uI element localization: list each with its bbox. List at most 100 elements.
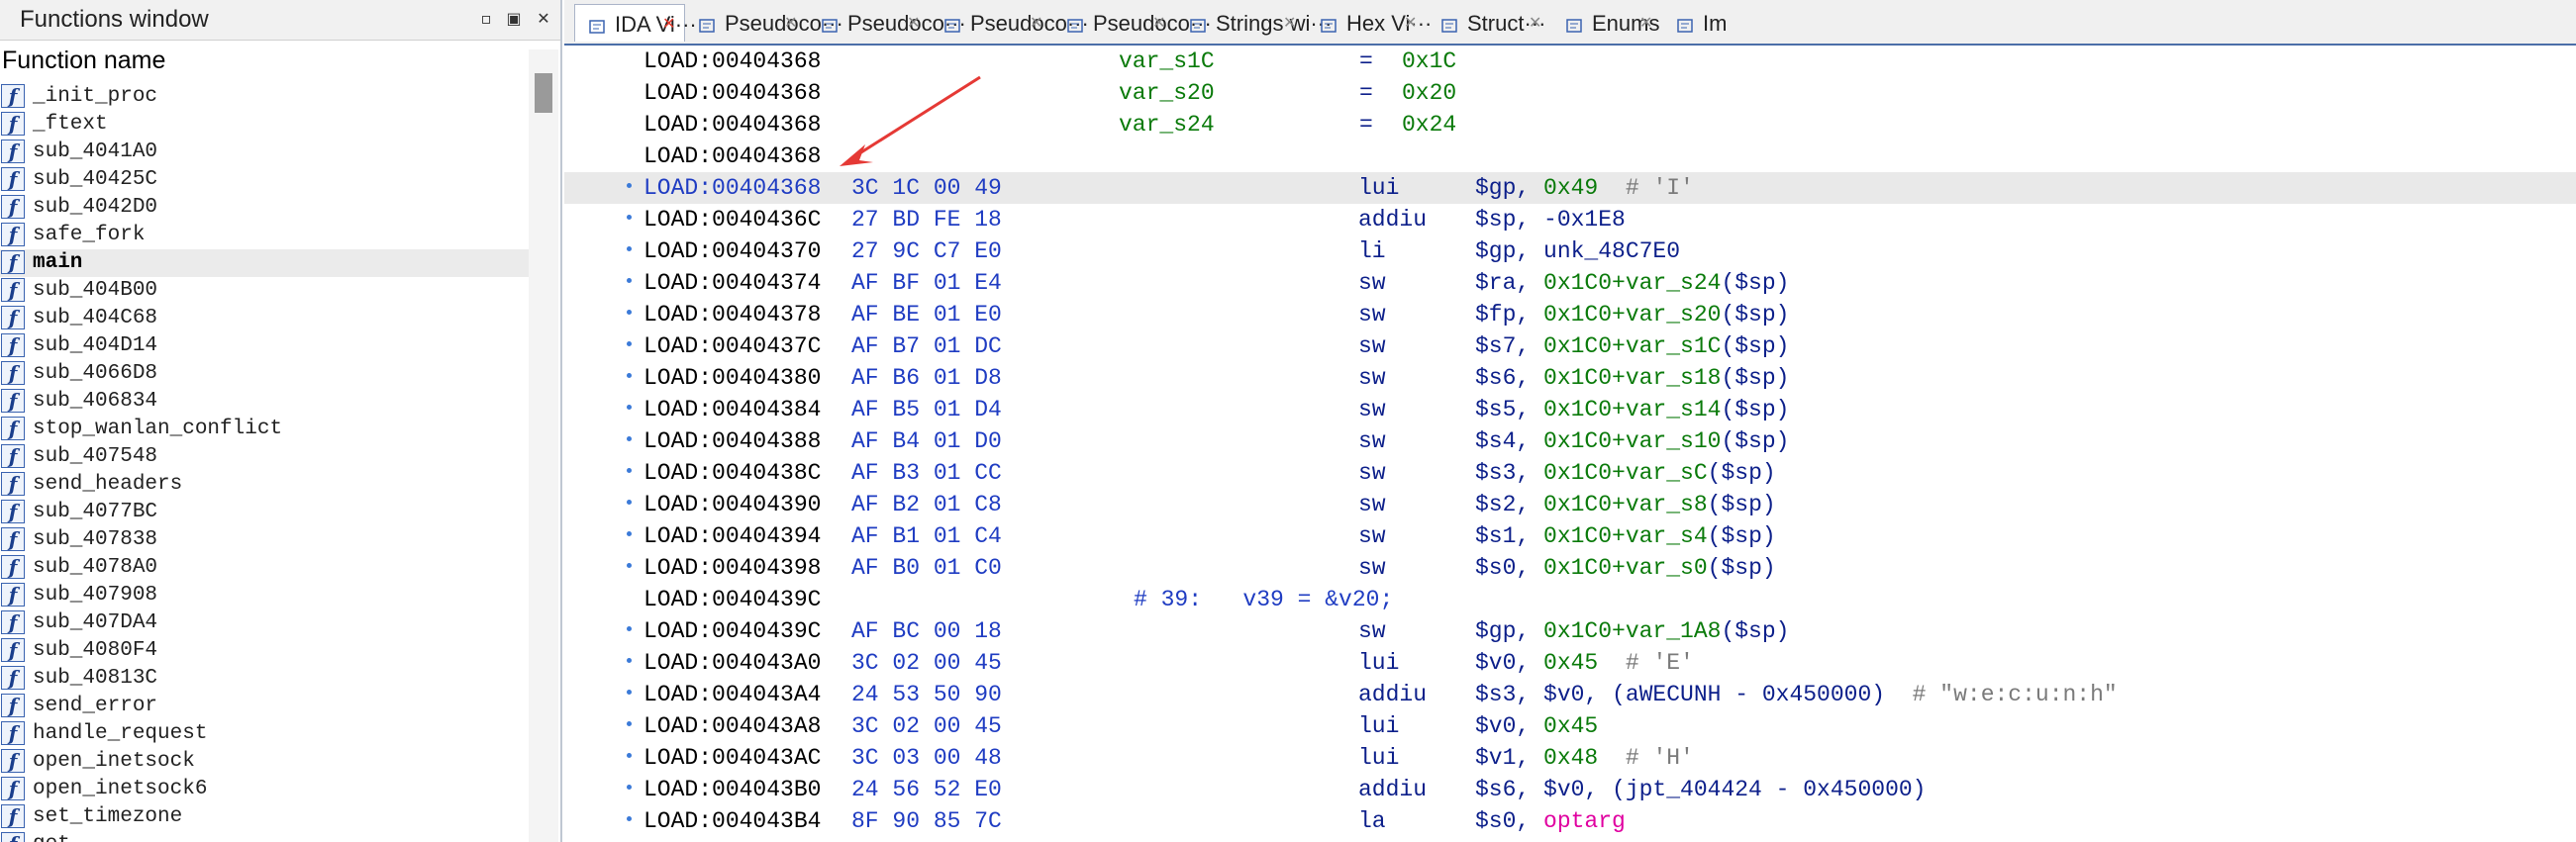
function-name: sub_407DA4 [33,611,158,634]
function-row[interactable]: f sub_407DA4 [0,609,529,637]
tab-pseudocode[interactable]: Pseudoco··· ✕ [1053,4,1212,42]
tab-label: Im [1703,11,1728,36]
function-name: safe_fork [33,224,146,246]
function-row[interactable]: f main [0,249,529,277]
function-row[interactable]: f sub_4077BC [0,499,529,526]
function-icon: f [1,306,25,329]
function-name: sub_4078A0 [33,556,158,579]
tab-pseudocode[interactable]: Pseudoco··· ✕ [931,4,1089,42]
function-row[interactable]: f sub_404C68 [0,305,529,332]
tab-close-icon[interactable]: ✕ [1152,13,1165,32]
functions-window: Functions window ▫ ▣ ✕ Function name f _i… [0,0,562,842]
tab-close-icon[interactable]: ✕ [1404,13,1417,32]
function-name: send_headers [33,473,183,496]
column-header-function-name[interactable]: Function name [0,44,537,77]
ida-view-icon [589,15,605,34]
function-row[interactable]: f sub_40813C [0,665,529,693]
function-name: set_timezone [33,805,183,828]
function-icon: f [1,610,25,634]
function-row[interactable]: f sub_407908 [0,582,529,609]
function-icon: f [1,777,25,800]
imports-icon [1677,14,1693,33]
function-icon: f [1,555,25,579]
function-name: sub_4077BC [33,501,158,523]
annotation-arrow [840,75,981,166]
function-row[interactable]: f sub_4078A0 [0,554,529,582]
function-icon: f [1,694,25,717]
function-row[interactable]: f _ftext [0,111,529,139]
function-row[interactable]: f safe_fork [0,222,529,249]
function-row[interactable]: f sub_404D14 [0,332,529,360]
function-row[interactable]: f send_headers [0,471,529,499]
function-name: sub_404C68 [33,307,158,329]
function-name: sub_40425C [33,168,158,191]
function-name: send_error [33,695,158,717]
scrollbar-thumb[interactable] [535,73,552,113]
function-name: open_inetsock [33,750,195,773]
function-row[interactable]: f sub_40425C [0,166,529,194]
function-icon: f [1,638,25,662]
float-window-icon[interactable]: ▫ [475,8,497,30]
function-row[interactable]: f sub_4042D0 [0,194,529,222]
strings-icon [1190,14,1206,33]
function-name: _ftext [33,113,108,136]
tab-pseudocode[interactable]: Pseudoco··· ✕ [808,4,966,42]
function-name: sub_4041A0 [33,140,158,163]
tab-close-icon[interactable]: ✕ [662,14,675,33]
function-row[interactable]: f sub_404B00 [0,277,529,305]
function-row[interactable]: f stop_wanlan_conflict [0,416,529,443]
function-icon: f [1,583,25,607]
tab-close-icon[interactable]: ✕ [1030,13,1042,32]
pseudocode-icon [699,14,715,33]
function-row[interactable]: f sub_407548 [0,443,529,471]
hex-view-icon [1321,14,1337,33]
function-row[interactable]: f send_error [0,693,529,720]
function-row[interactable]: f sub_4066D8 [0,360,529,388]
function-icon: f [1,167,25,191]
disassembly-view[interactable]: LOAD:00404368 var_s1C = 0x1C LOAD:00404368 va… [564,46,2576,842]
tab-hex-view[interactable]: Hex Vi··· ✕ [1307,4,1432,42]
function-name: stop_wanlan_conflict [33,418,283,440]
tab-close-icon[interactable]: ✕ [907,13,920,32]
tab-close-icon[interactable]: ✕ [1639,13,1652,32]
function-name: sub_4066D8 [33,362,158,385]
function-row[interactable]: f handle_request [0,720,529,748]
function-row[interactable]: f open_inetsock [0,748,529,776]
tab-pseudocode[interactable]: Pseudoco··· ✕ [685,4,843,42]
restore-window-icon[interactable]: ▣ [503,8,525,30]
function-row[interactable]: f sub_4080F4 [0,637,529,665]
function-icon: f [1,417,25,440]
function-row[interactable]: f _init_proc [0,83,529,111]
tab-enums[interactable]: Enums ✕ [1552,4,1663,42]
function-list: f _init_proc f _ftext f sub_4041A0 f sub_40425C… [0,83,529,842]
function-name: get_ [33,831,82,842]
function-name: sub_40813C [33,667,158,690]
function-row[interactable]: f sub_4041A0 [0,139,529,166]
enums-icon [1566,14,1582,33]
function-row[interactable]: f set_timezone [0,803,529,831]
tab-close-icon[interactable]: ✕ [784,13,797,32]
function-name: _init_proc [33,85,158,108]
close-window-icon[interactable]: ✕ [533,8,554,30]
function-row[interactable]: f open_inetsock6 [0,776,529,803]
function-icon: f [1,666,25,690]
function-row[interactable]: f get_ [0,831,529,842]
pseudocode-icon [1067,14,1083,33]
function-row[interactable]: f sub_407838 [0,526,529,554]
functions-window-titlebar: Functions window ▫ ▣ ✕ [0,0,560,41]
function-row[interactable]: f sub_406834 [0,388,529,416]
function-list-scrollbar[interactable] [529,49,558,842]
function-icon: f [1,804,25,828]
tab-imports[interactable]: Im [1663,4,1727,42]
tab-structures[interactable]: Struct··· ✕ [1428,4,1552,42]
function-icon: f [1,250,25,274]
function-name: sub_4042D0 [33,196,158,219]
function-icon: f [1,444,25,468]
tab-ida-view[interactable]: IDA Vi··· ✕ [574,4,697,42]
tab-close-icon[interactable]: ✕ [1529,13,1541,32]
tab-close-icon[interactable]: ✕ [1283,13,1296,32]
tab-strings[interactable]: Strings wi··· ✕ [1176,4,1332,42]
function-icon: f [1,500,25,523]
function-name: sub_407548 [33,445,158,468]
pseudocode-icon [944,14,960,33]
